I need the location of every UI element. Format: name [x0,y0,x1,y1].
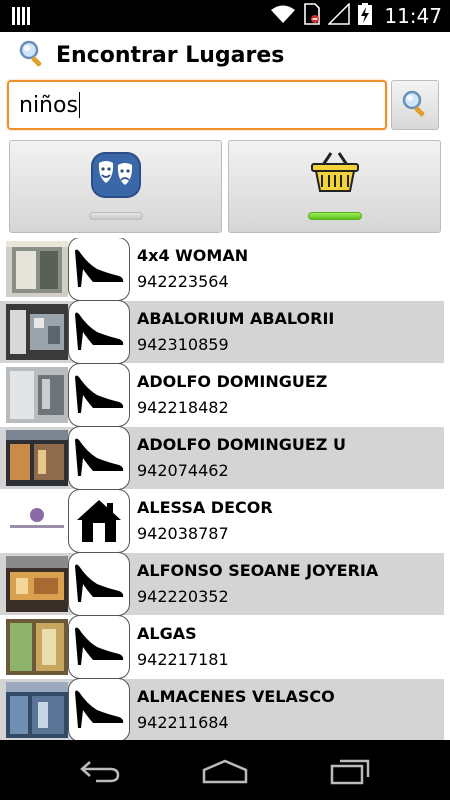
place-phone: 942217181 [137,650,229,669]
high-heel-shoe-icon [75,249,124,287]
category-indicator-off [88,212,143,220]
page-title: Encontrar Lugares [56,42,285,68]
high-heel-shoe-icon [75,375,124,413]
notification-bars-icon [12,7,30,29]
search-button[interactable] [391,80,439,130]
search-icon [18,39,46,71]
category-icon-box [68,552,130,616]
place-photo [6,241,68,297]
place-phone: 942310859 [137,335,229,354]
app-screen: Encontrar Lugares niños 4x4 WOMAN 942223… [0,32,450,740]
search-input-value: niños [19,92,78,118]
place-phone: 942218482 [137,398,229,417]
list-item[interactable]: ALFONSO SEOANE JOYERIA 942220352 [0,552,444,616]
category-row [0,140,450,234]
search-icon [401,89,429,121]
title-bar: Encontrar Lugares [0,32,450,78]
recent-apps-button[interactable] [320,754,380,788]
high-heel-shoe-icon [75,690,124,728]
place-phone: 942038787 [137,524,229,543]
navigation-bar [0,740,450,800]
category-button-shopping[interactable] [228,140,441,233]
place-name: ALFONSO SEOANE JOYERIA [137,561,379,580]
back-button[interactable] [70,754,130,788]
place-photo [6,682,68,738]
home-icon [202,759,248,784]
list-item[interactable]: ALESSA DECOR 942038787 [0,489,444,553]
place-phone: 942223564 [137,272,229,291]
category-icon-box [68,678,130,740]
category-icon-box [68,238,130,301]
category-icon-box [68,615,130,679]
high-heel-shoe-icon [75,564,124,602]
place-name: ADOLFO DOMINGUEZ U [137,435,346,454]
status-bar: 11:47 [0,0,450,32]
wifi-icon [270,4,296,28]
place-logo [6,493,68,549]
places-list: 4x4 WOMAN 942223564 ABALORIUM ABALORII 9… [0,238,450,740]
place-photo [6,556,68,612]
high-heel-shoe-icon [75,438,124,476]
category-icon-box [68,363,130,427]
category-icon-box [68,426,130,490]
place-name: 4x4 WOMAN [137,246,249,265]
list-item[interactable]: ABALORIUM ABALORII 942310859 [0,300,444,364]
home-button[interactable] [195,754,255,788]
shopping-basket-icon [309,149,361,199]
place-name: ADOLFO DOMINGUEZ [137,372,328,391]
search-input[interactable]: niños [7,80,387,130]
list-item[interactable]: ADOLFO DOMINGUEZ 942218482 [0,363,444,427]
place-name: ALMACENES VELASCO [137,687,335,706]
recent-apps-icon [330,759,370,785]
place-photo [6,304,68,360]
place-phone: 942220352 [137,587,229,606]
search-row: niños [0,78,450,134]
list-item[interactable]: 4x4 WOMAN 942223564 [0,238,444,301]
place-name: ALGAS [137,624,197,643]
battery-charging-icon [358,3,373,29]
clock: 11:47 [384,4,442,28]
high-heel-shoe-icon [75,627,124,665]
place-name: ALESSA DECOR [137,498,273,517]
category-indicator-on [307,212,362,220]
place-phone: 942074462 [137,461,229,480]
text-caret [78,92,80,118]
place-name: ABALORIUM ABALORII [137,309,335,328]
category-button-entertainment[interactable] [9,140,222,233]
theatre-masks-icon [88,149,144,205]
no-sim-icon [304,3,321,29]
back-icon [80,761,120,783]
category-icon-box [68,489,130,553]
place-photo [6,367,68,423]
category-icon-box [68,300,130,364]
list-item[interactable]: ALMACENES VELASCO 942211684 [0,678,444,740]
list-item[interactable]: ADOLFO DOMINGUEZ U 942074462 [0,426,444,490]
place-phone: 942211684 [137,713,229,732]
high-heel-shoe-icon [75,312,124,350]
place-photo [6,430,68,486]
signal-icon [327,2,351,29]
house-icon [77,500,121,542]
place-photo [6,619,68,675]
list-item[interactable]: ALGAS 942217181 [0,615,444,679]
